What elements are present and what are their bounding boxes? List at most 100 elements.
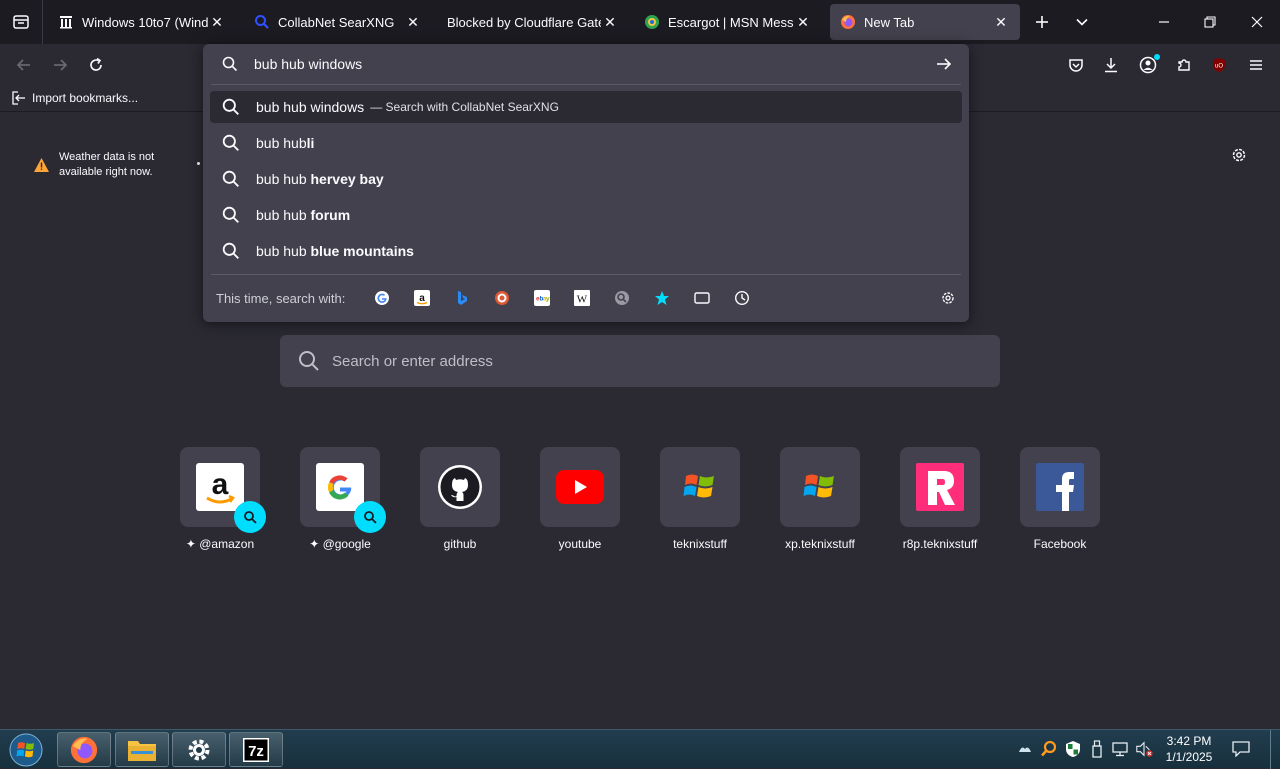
volume-muted-icon[interactable]: [1135, 740, 1153, 758]
close-icon[interactable]: ✕: [208, 14, 226, 31]
hamburger-menu-icon: [1250, 60, 1262, 70]
account-button[interactable]: [1133, 50, 1163, 80]
taskbar-firefox[interactable]: [57, 732, 111, 767]
list-all-tabs-button[interactable]: [1062, 0, 1102, 44]
tile-github[interactable]: [420, 447, 500, 527]
engine-searxng-button[interactable]: [613, 289, 631, 307]
suggestion-heuristic[interactable]: bub hub windows — Search with CollabNet …: [210, 91, 962, 123]
reload-icon: [90, 57, 102, 71]
bing-icon: [458, 291, 467, 305]
search-icon: [222, 170, 239, 187]
tray-chevron-icon[interactable]: [1016, 740, 1034, 758]
firefox-view-icon: [13, 15, 29, 29]
search-tabs-button[interactable]: [693, 289, 711, 307]
tab-blocked-cloudflare[interactable]: Blocked by Cloudflare Gatewa ✕: [437, 4, 629, 40]
suggestion-item[interactable]: bub hub hervey bay: [210, 163, 962, 195]
tile-label-text: @amazon: [199, 537, 255, 551]
personalize-button[interactable]: [1228, 144, 1250, 166]
suggestion-completion: hervey bay: [310, 171, 384, 187]
close-icon[interactable]: ✕: [794, 14, 812, 31]
tile-facebook[interactable]: [1020, 447, 1100, 527]
engine-ebay-button[interactable]: ebay: [533, 289, 551, 307]
tile-label-github: github: [443, 537, 477, 551]
usb-device-icon[interactable]: [1088, 740, 1106, 758]
plus-icon: [1036, 16, 1048, 28]
engine-bing-button[interactable]: [453, 289, 471, 307]
restore-button[interactable]: [1187, 0, 1233, 44]
search-icon: [222, 134, 239, 151]
facebook-icon: [1036, 463, 1084, 511]
search-history-button[interactable]: [733, 289, 751, 307]
history-icon: [734, 290, 750, 306]
engine-wikipedia-button[interactable]: W: [573, 289, 591, 307]
tile-youtube[interactable]: [540, 447, 620, 527]
tab-list-button[interactable]: [0, 0, 42, 44]
engine-duckduckgo-button[interactable]: [493, 289, 511, 307]
tile-label-teknixstuff: teknixstuff: [673, 537, 727, 551]
urlbar-popup: bub hub windows bub hub windows — Search…: [203, 44, 969, 322]
urlbar-input-row[interactable]: bub hub windows: [203, 44, 969, 84]
engine-amazon-button[interactable]: a: [413, 289, 431, 307]
tab-title: New Tab: [864, 14, 915, 30]
new-tab-button[interactable]: [1022, 0, 1062, 44]
search-box[interactable]: Search or enter address: [280, 335, 1000, 387]
tray-clock[interactable]: 3:42 PM 1/1/2025: [1160, 733, 1218, 765]
suggestion-item[interactable]: bub hub forum: [210, 199, 962, 231]
security-shield-icon[interactable]: [1064, 740, 1082, 758]
network-icon[interactable]: [1111, 740, 1129, 758]
suggestion-item[interactable]: bub hub li: [210, 127, 962, 159]
divider: [42, 0, 43, 44]
close-icon[interactable]: ✕: [404, 14, 422, 31]
taskbar-settings[interactable]: [172, 732, 226, 767]
import-bookmarks-button[interactable]: Import bookmarks...: [12, 91, 138, 105]
close-icon: [1251, 16, 1263, 28]
go-button[interactable]: [936, 56, 956, 72]
tab-collabnet-searxng[interactable]: CollabNet SearXNG ✕: [244, 4, 432, 40]
taskbar-file-explorer[interactable]: [115, 732, 169, 767]
close-icon[interactable]: ✕: [601, 14, 619, 31]
windows-flag-icon: [683, 474, 714, 498]
tab-windows-10to7[interactable]: Windows 10to7 (Window ✕: [48, 4, 236, 40]
back-button[interactable]: [9, 50, 39, 80]
close-icon[interactable]: ✕: [992, 14, 1010, 31]
reload-button[interactable]: [81, 50, 111, 80]
pocket-button[interactable]: [1061, 50, 1091, 80]
minimize-button[interactable]: [1141, 0, 1187, 44]
search-bookmarks-button[interactable]: [653, 289, 671, 307]
restore-icon: [1204, 16, 1216, 28]
divider: [211, 84, 961, 85]
import-bookmarks-label: Import bookmarks...: [32, 91, 139, 105]
menu-button[interactable]: [1241, 50, 1271, 80]
engine-google-button[interactable]: [373, 289, 391, 307]
extensions-button[interactable]: [1169, 50, 1199, 80]
action-center-icon[interactable]: [1232, 740, 1250, 758]
tile-teknixstuff[interactable]: [660, 447, 740, 527]
tile-xp-teknixstuff[interactable]: [780, 447, 860, 527]
search-settings-button[interactable]: [939, 289, 957, 307]
tab-new-tab[interactable]: New Tab ✕: [830, 4, 1020, 40]
tile-r8p-teknixstuff[interactable]: [900, 447, 980, 527]
search-icon: [222, 242, 239, 259]
taskbar-7zip[interactable]: 7z: [229, 732, 283, 767]
suggestion-item[interactable]: bub hub blue mountains: [210, 235, 962, 267]
show-desktop-button[interactable]: [1270, 730, 1280, 769]
warning-icon: [34, 158, 49, 172]
forward-button[interactable]: [45, 50, 75, 80]
star-icon: [655, 291, 669, 305]
magnifier-icon[interactable]: [1040, 740, 1058, 758]
arrow-right-icon: [54, 59, 68, 71]
wikipedia-icon: W: [574, 290, 590, 306]
weather-menu-dot[interactable]: [197, 162, 200, 165]
searxng-icon: [615, 291, 629, 305]
search-with-label: This time, search with:: [216, 291, 346, 306]
firefox-icon: [70, 736, 98, 763]
r-logo-icon: [916, 463, 964, 511]
downloads-button[interactable]: [1096, 50, 1126, 80]
amazon-icon: a: [196, 463, 244, 511]
start-button[interactable]: [4, 731, 48, 768]
close-window-button[interactable]: [1234, 0, 1280, 44]
tab-escargot-msn[interactable]: Escargot | MSN Messenge ✕: [634, 4, 822, 40]
tile-label-amazon: ✦ @amazon: [160, 537, 280, 551]
ublock-button[interactable]: uO: [1204, 50, 1234, 80]
urlbar-input[interactable]: bub hub windows: [254, 56, 362, 72]
